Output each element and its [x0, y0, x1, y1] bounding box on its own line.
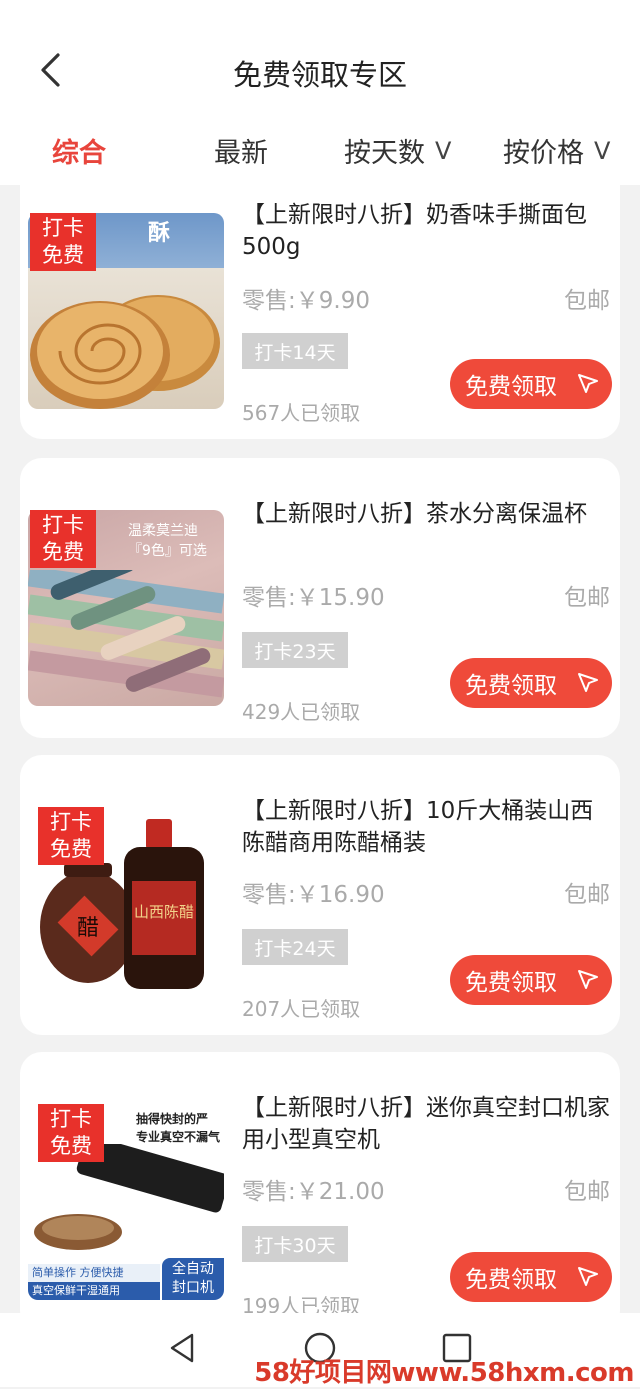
product-title[interactable]: 【上新限时八折】迷你真空封口机家用小型真空机 — [242, 1092, 612, 1156]
image-text: 简单操作 方便快捷 — [28, 1264, 160, 1282]
chevron-down-icon: V — [435, 136, 452, 165]
button-label: 免费领取 — [465, 673, 557, 699]
product-title[interactable]: 【上新限时八折】奶香味手撕面包500g — [242, 199, 612, 263]
shipping-label: 包邮 — [564, 585, 610, 611]
sort-tabs: 综合 最新 按天数 V 按价格 V — [0, 125, 640, 175]
button-label: 免费领取 — [465, 1267, 557, 1293]
checkin-days-tag: 打卡23天 — [242, 632, 348, 668]
badge-line: 打卡 — [42, 216, 84, 240]
badge-line: 打卡 — [42, 513, 84, 537]
tab-newest[interactable]: 最新 — [214, 131, 268, 170]
badge-line: 打卡 — [50, 810, 92, 834]
header: 免费领取专区 综合 最新 按天数 V 按价格 V — [0, 0, 640, 185]
claimed-count: 207人已领取 — [242, 997, 361, 1021]
image-badge: 全自动 封口机 — [162, 1258, 224, 1300]
shipping-label: 包邮 — [564, 288, 610, 314]
image-text: 温柔莫兰迪 — [128, 523, 198, 539]
checkin-free-badge: 打卡 免费 — [38, 807, 104, 865]
image-text: 封口机 — [172, 1280, 214, 1296]
product-card[interactable]: 抽得快封的严 专业真空不漏气 简单操作 方便快捷 真空保鲜干湿通用 全自动 封口… — [20, 1052, 620, 1313]
chevron-down-icon: V — [594, 136, 611, 165]
claimed-count: 199人已领取 — [242, 1294, 361, 1313]
claim-free-button[interactable]: 免费领取 — [450, 359, 612, 409]
product-price: 零售:￥15.90 — [242, 585, 385, 611]
checkin-days-tag: 打卡14天 — [242, 333, 348, 369]
product-price: 零售:￥16.90 — [242, 882, 385, 908]
cursor-arrow-icon — [578, 374, 598, 393]
back-triangle-icon[interactable] — [166, 1331, 200, 1365]
page-title: 免费领取专区 — [232, 58, 407, 92]
cursor-arrow-icon — [578, 673, 598, 692]
shipping-label: 包邮 — [564, 882, 610, 908]
watermark: 58好项目网www.58hxm.com — [254, 1358, 634, 1388]
claim-free-button[interactable]: 免费领取 — [450, 1252, 612, 1302]
badge-line: 打卡 — [50, 1107, 92, 1131]
image-text: 抽得快封的严 — [136, 1112, 209, 1126]
badge-line: 免费 — [42, 540, 84, 564]
claim-free-button[interactable]: 免费领取 — [450, 955, 612, 1005]
product-title[interactable]: 【上新限时八折】10斤大桶装山西陈醋商用陈醋桶装 — [242, 795, 612, 859]
tab-label: 综合 — [52, 138, 106, 169]
product-list[interactable]: 酥 打卡 免费 【上新限时八折】奶香味手撕面包500g 零售:￥9.90 包邮 … — [0, 185, 640, 1313]
product-card[interactable]: 醋 山西陈醋 打卡 免费 【上新限时八折】10斤大桶装山西陈醋商用陈醋桶装 零售… — [20, 755, 620, 1035]
checkin-days-tag: 打卡24天 — [242, 929, 348, 965]
image-text: 『9色』可选 — [128, 543, 207, 559]
button-label: 免费领取 — [465, 374, 557, 400]
tab-label: 按价格 — [503, 138, 584, 169]
claimed-count: 429人已领取 — [242, 700, 361, 724]
tab-label: 按天数 — [344, 138, 425, 169]
badge-line: 免费 — [50, 1134, 92, 1158]
tab-comprehensive[interactable]: 综合 — [52, 131, 106, 170]
product-price: 零售:￥9.90 — [242, 288, 370, 314]
image-text: 酥 — [148, 221, 171, 246]
shipping-label: 包邮 — [564, 1179, 610, 1205]
image-text: 山西陈醋 — [134, 903, 194, 921]
cursor-arrow-icon — [578, 970, 598, 989]
cursor-arrow-icon — [578, 1267, 598, 1286]
product-card[interactable]: 酥 打卡 免费 【上新限时八折】奶香味手撕面包500g 零售:￥9.90 包邮 … — [20, 185, 620, 439]
tab-label: 最新 — [214, 138, 268, 169]
image-text: 全自动 — [172, 1261, 214, 1277]
tab-by-days[interactable]: 按天数 V — [344, 131, 451, 170]
cups-illustration — [28, 570, 224, 698]
product-title[interactable]: 【上新限时八折】茶水分离保温杯 — [242, 498, 612, 530]
checkin-free-badge: 打卡 免费 — [30, 213, 96, 271]
claim-free-button[interactable]: 免费领取 — [450, 658, 612, 708]
button-label: 免费领取 — [465, 970, 557, 996]
bread-illustration — [30, 295, 220, 409]
checkin-days-tag: 打卡30天 — [242, 1226, 348, 1262]
badge-line: 免费 — [42, 243, 84, 267]
tab-by-price[interactable]: 按价格 V — [503, 131, 610, 170]
image-text: 专业真空不漏气 — [136, 1130, 221, 1144]
checkin-free-badge: 打卡 免费 — [30, 510, 96, 568]
image-text: 真空保鲜干湿通用 — [28, 1282, 160, 1300]
product-price: 零售:￥21.00 — [242, 1179, 385, 1205]
image-text: 醋 — [77, 916, 99, 941]
badge-line: 免费 — [50, 837, 92, 861]
claimed-count: 567人已领取 — [242, 401, 361, 425]
product-card[interactable]: 温柔莫兰迪 『9色』可选 打卡 免费 【上新限时八折】茶水分离保温杯 零售:￥1… — [20, 458, 620, 738]
checkin-free-badge: 打卡 免费 — [38, 1104, 104, 1162]
